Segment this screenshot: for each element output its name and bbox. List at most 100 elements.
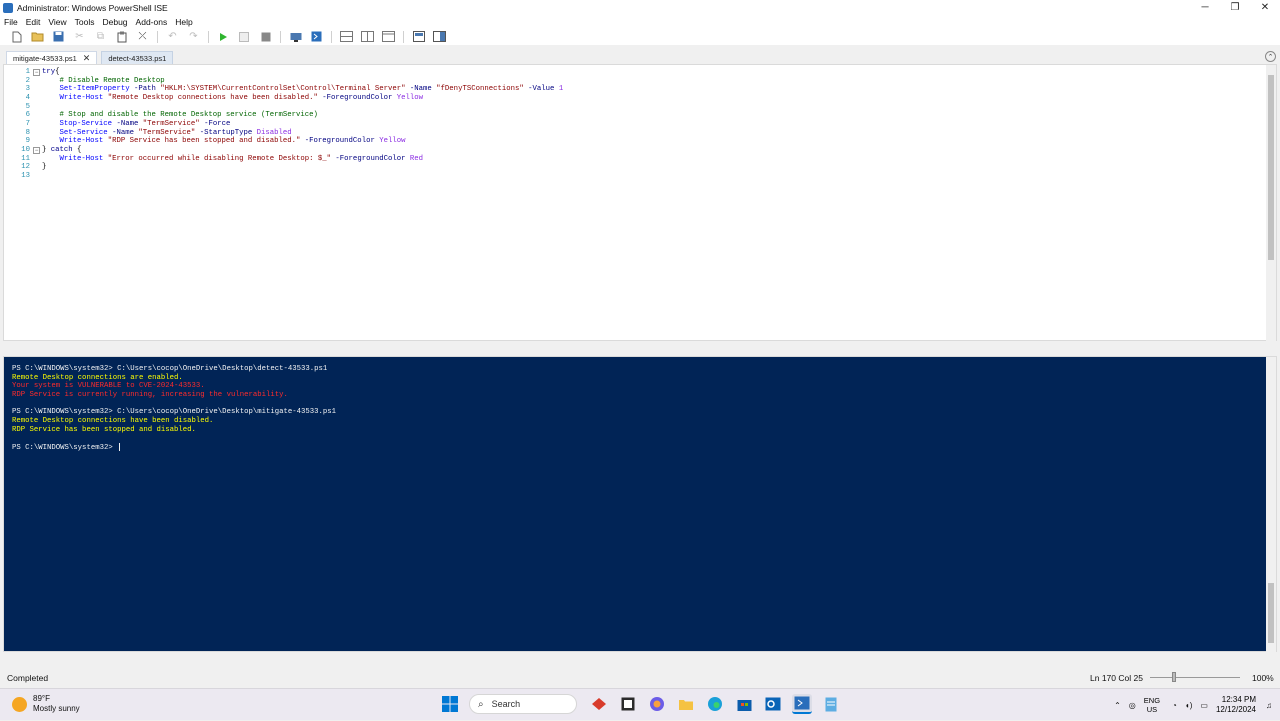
toolbar: ✂ ⧉ ⤫ ↶ ↷ <box>0 28 1280 45</box>
menu-tools[interactable]: Tools <box>71 17 99 27</box>
run-selection-icon[interactable] <box>234 29 255 44</box>
remote-icon[interactable] <box>285 29 306 44</box>
collapse-pane-icon[interactable]: ⌃ <box>1265 51 1276 62</box>
script-pane-icon[interactable] <box>408 29 429 44</box>
toolbar-divider <box>208 30 209 43</box>
open-icon[interactable] <box>27 29 48 44</box>
menu-view[interactable]: View <box>44 17 70 27</box>
powershell-ise-icon <box>3 2 13 13</box>
stop-icon[interactable] <box>255 29 276 44</box>
weather-desc: Mostly sunny <box>33 704 80 713</box>
menu-edit[interactable]: Edit <box>22 17 45 27</box>
code-text: Write-Host "RDP Service has been stopped… <box>42 137 406 146</box>
weather-temp: 89°F <box>33 694 50 703</box>
code-text: Set-ItemProperty -Path "HKLM:\SYSTEM\Cur… <box>42 85 564 94</box>
code-text: try{ <box>42 68 60 76</box>
console-line: PS C:\WINDOWS\system32> C:\Users\cocop\O… <box>12 408 337 417</box>
code-text: Write-Host "Error occurred while disabli… <box>42 154 424 163</box>
title-bar: Administrator: Windows PowerShell ISE ─ … <box>0 0 1280 15</box>
menu-file[interactable]: File <box>0 17 22 27</box>
line-number: 2 <box>25 76 30 85</box>
network-globe-icon[interactable]: ◎ <box>1129 701 1136 710</box>
powershell-ise-taskbar-icon[interactable] <box>792 694 812 714</box>
edge-browser-icon[interactable] <box>705 694 725 714</box>
line-number: 11 <box>21 154 30 163</box>
code-text: Write-Host "Remote Desktop connections h… <box>42 93 424 102</box>
layout-max-icon[interactable] <box>378 29 399 44</box>
taskbar-apps: ⌕ Search <box>440 694 850 714</box>
paste-icon[interactable] <box>111 29 132 44</box>
zoom-slider[interactable] <box>1150 677 1240 678</box>
console-line: Remote Desktop connections are enabled. <box>12 373 183 382</box>
menu-addons[interactable]: Add-ons <box>132 17 172 27</box>
store-icon[interactable] <box>734 694 754 714</box>
tab-detect-script[interactable]: detect-43533.ps1 <box>101 51 174 64</box>
toolbar-divider <box>157 30 158 43</box>
line-number: 9 <box>25 137 30 146</box>
commands-icon[interactable] <box>429 29 450 44</box>
copy-icon[interactable]: ⧉ <box>90 29 111 44</box>
line-number: 13 <box>21 171 30 180</box>
cursor-position: Ln 170 Col 25 <box>1090 672 1143 683</box>
volume-icon[interactable]: ◖) <box>1185 701 1193 710</box>
console-line: Remote Desktop connections have been dis… <box>12 416 214 425</box>
scrollbar-thumb[interactable] <box>1268 75 1274 260</box>
code-text: Stop-Service -Name "TermService" -Force <box>42 119 231 128</box>
copilot-icon[interactable] <box>647 694 667 714</box>
windows-start-icon[interactable] <box>440 694 460 714</box>
cut-icon[interactable]: ✂ <box>69 29 90 44</box>
redo-icon[interactable]: ↷ <box>183 29 204 44</box>
weather-widget[interactable]: 89°F Mostly sunny <box>12 694 80 714</box>
run-icon[interactable] <box>213 29 234 44</box>
layout-top-icon[interactable] <box>336 29 357 44</box>
terminal-app-icon[interactable] <box>618 694 638 714</box>
fold-toggle-icon[interactable]: − <box>33 146 40 154</box>
search-icon: ⌕ <box>478 698 484 710</box>
taskbar: 89°F Mostly sunny ⌕ Search ⌃ ◎ ENG US ◔ … <box>0 688 1280 720</box>
new-icon[interactable] <box>6 29 27 44</box>
editor-scrollbar[interactable] <box>1266 65 1276 342</box>
language-indicator[interactable]: ENG US <box>1144 696 1160 714</box>
zoom-slider-thumb[interactable] <box>1172 672 1176 682</box>
menu-help[interactable]: Help <box>171 17 196 27</box>
notification-bell-icon[interactable]: ♫ <box>1266 701 1272 710</box>
clock-time: 12:34 PM <box>1221 695 1256 704</box>
menu-debug[interactable]: Debug <box>98 17 131 27</box>
powershell-icon[interactable] <box>306 29 327 44</box>
code-text: Set-Service -Name "TermService" -Startup… <box>42 128 292 137</box>
taskbar-search[interactable]: ⌕ Search <box>469 694 577 714</box>
layout-right-icon[interactable] <box>357 29 378 44</box>
console-line: RDP Service has been stopped and disable… <box>12 425 196 434</box>
pane-splitter[interactable] <box>0 341 1280 356</box>
fold-toggle-icon[interactable]: − <box>33 69 40 76</box>
script-editor[interactable]: 1− try{2 # Disable Remote Desktop 3 Set-It… <box>3 64 1277 342</box>
notepad-icon[interactable] <box>821 694 841 714</box>
battery-icon[interactable]: ▭ <box>1200 701 1208 710</box>
wifi-icon[interactable]: ◔ <box>1172 701 1177 710</box>
console-line: PS C:\WINDOWS\system32> <box>12 442 121 453</box>
scrollbar-thumb[interactable] <box>1268 583 1274 643</box>
text-cursor <box>119 442 121 451</box>
clear-icon[interactable]: ⤫ <box>132 29 153 44</box>
lang-code: ENG <box>1143 696 1161 705</box>
line-number: 5 <box>25 102 30 111</box>
file-explorer-icon[interactable] <box>676 694 696 714</box>
restore-button[interactable]: ❐ <box>1220 0 1250 15</box>
code-text: # Stop and disable the Remote Desktop se… <box>42 111 318 120</box>
line-number: 6 <box>25 111 30 120</box>
outlook-icon[interactable] <box>763 694 783 714</box>
clock[interactable]: 12:34 PM 12/12/2024 <box>1216 695 1256 715</box>
tab-mitigate-script[interactable]: mitigate-43533.ps1 ✕ <box>6 51 98 64</box>
save-icon[interactable] <box>48 29 69 44</box>
minimize-button[interactable]: ─ <box>1190 0 1220 15</box>
toolbar-divider <box>331 30 332 43</box>
console-pane[interactable]: PS C:\WINDOWS\system32> C:\Users\cocop\O… <box>3 356 1277 653</box>
close-window-button[interactable]: ✕ <box>1250 0 1280 15</box>
console-line: RDP Service is currently running, increa… <box>12 390 288 399</box>
chevron-up-icon[interactable]: ⌃ <box>1114 701 1121 710</box>
game-app-icon[interactable] <box>589 694 609 714</box>
undo-icon[interactable]: ↶ <box>162 29 183 44</box>
console-scrollbar[interactable] <box>1266 357 1276 653</box>
close-tab-icon[interactable]: ✕ <box>83 53 91 64</box>
menu-bar: File Edit View Tools Debug Add-ons Help <box>0 15 1280 28</box>
